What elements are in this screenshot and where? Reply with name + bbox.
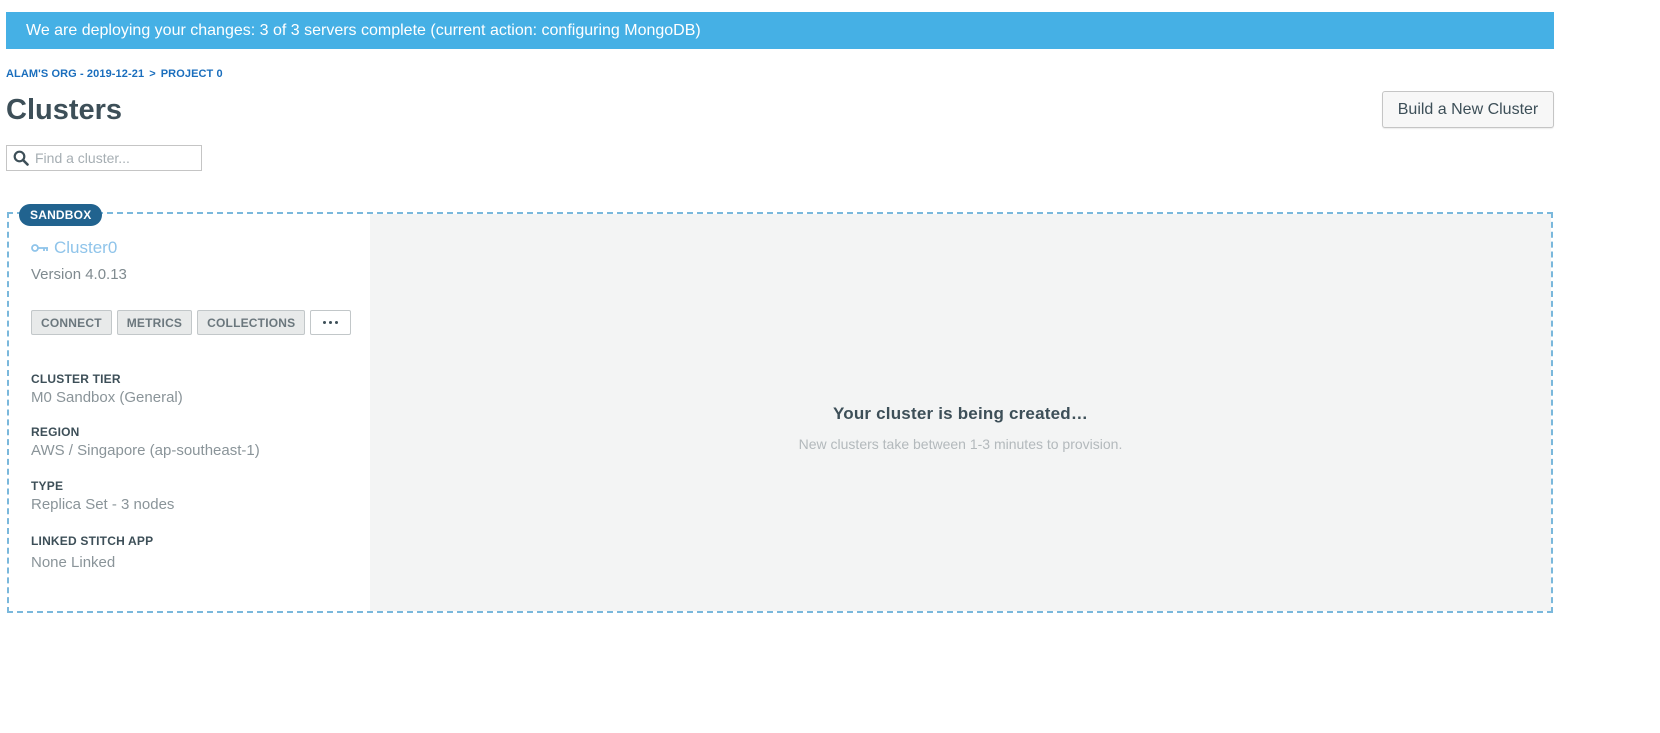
connect-button[interactable]: CONNECT (31, 310, 112, 335)
breadcrumb: ALAM'S ORG - 2019-12-21 > PROJECT 0 (6, 68, 223, 80)
cluster-search-box (6, 145, 202, 171)
metrics-button[interactable]: METRICS (116, 310, 193, 335)
region-info: REGION AWS / Singapore (ap-southeast-1) (31, 425, 260, 459)
cluster-summary-panel: Cluster0 Version 4.0.13 CONNECT METRICS … (9, 214, 370, 611)
type-value: Replica Set - 3 nodes (31, 496, 175, 513)
region-label: REGION (31, 425, 80, 439)
deploy-status-message: We are deploying your changes: 3 of 3 se… (26, 21, 701, 39)
linked-stitch-app-label: LINKED STITCH APP (31, 534, 154, 548)
breadcrumb-separator: > (149, 68, 156, 80)
type-info: TYPE Replica Set - 3 nodes (31, 479, 174, 513)
build-new-cluster-button[interactable]: Build a New Cluster (1382, 91, 1554, 128)
cluster-action-row: CONNECT METRICS COLLECTIONS (31, 310, 352, 335)
cluster-tier-info: CLUSTER TIER M0 Sandbox (General) (31, 372, 183, 406)
breadcrumb-org-link[interactable]: ALAM'S ORG - 2019-12-21 (6, 68, 144, 80)
collections-button[interactable]: COLLECTIONS (197, 310, 306, 335)
search-icon (13, 150, 29, 166)
cluster-status-panel: Your cluster is being created… New clust… (370, 214, 1551, 611)
cluster-version: Version 4.0.13 (31, 266, 127, 283)
cluster-search-input[interactable] (35, 150, 195, 166)
key-icon (31, 244, 48, 252)
breadcrumb-project-link[interactable]: PROJECT 0 (161, 68, 223, 80)
deploy-status-banner: We are deploying your changes: 3 of 3 se… (6, 12, 1554, 49)
more-options-button[interactable] (310, 310, 352, 335)
cluster-name: Cluster0 (54, 238, 118, 257)
cluster-tier-label: CLUSTER TIER (31, 372, 121, 386)
type-label: TYPE (31, 479, 64, 493)
cluster-creating-subtitle: New clusters take between 1-3 minutes to… (798, 436, 1123, 452)
cluster-creating-title: Your cluster is being created… (832, 404, 1089, 423)
cluster-card: Cluster0 Version 4.0.13 CONNECT METRICS … (7, 212, 1553, 613)
linked-stitch-app-value: None Linked (31, 554, 116, 571)
page-title: Clusters (6, 94, 123, 126)
region-value: AWS / Singapore (ap-southeast-1) (31, 442, 260, 459)
cluster-tier-value: M0 Sandbox (General) (31, 389, 183, 406)
ellipsis-icon (322, 321, 340, 324)
linked-stitch-app-info: LINKED STITCH APP None Linked (31, 534, 153, 571)
sandbox-badge: SANDBOX (19, 204, 103, 226)
cluster-name-link[interactable]: Cluster0 (31, 238, 117, 258)
